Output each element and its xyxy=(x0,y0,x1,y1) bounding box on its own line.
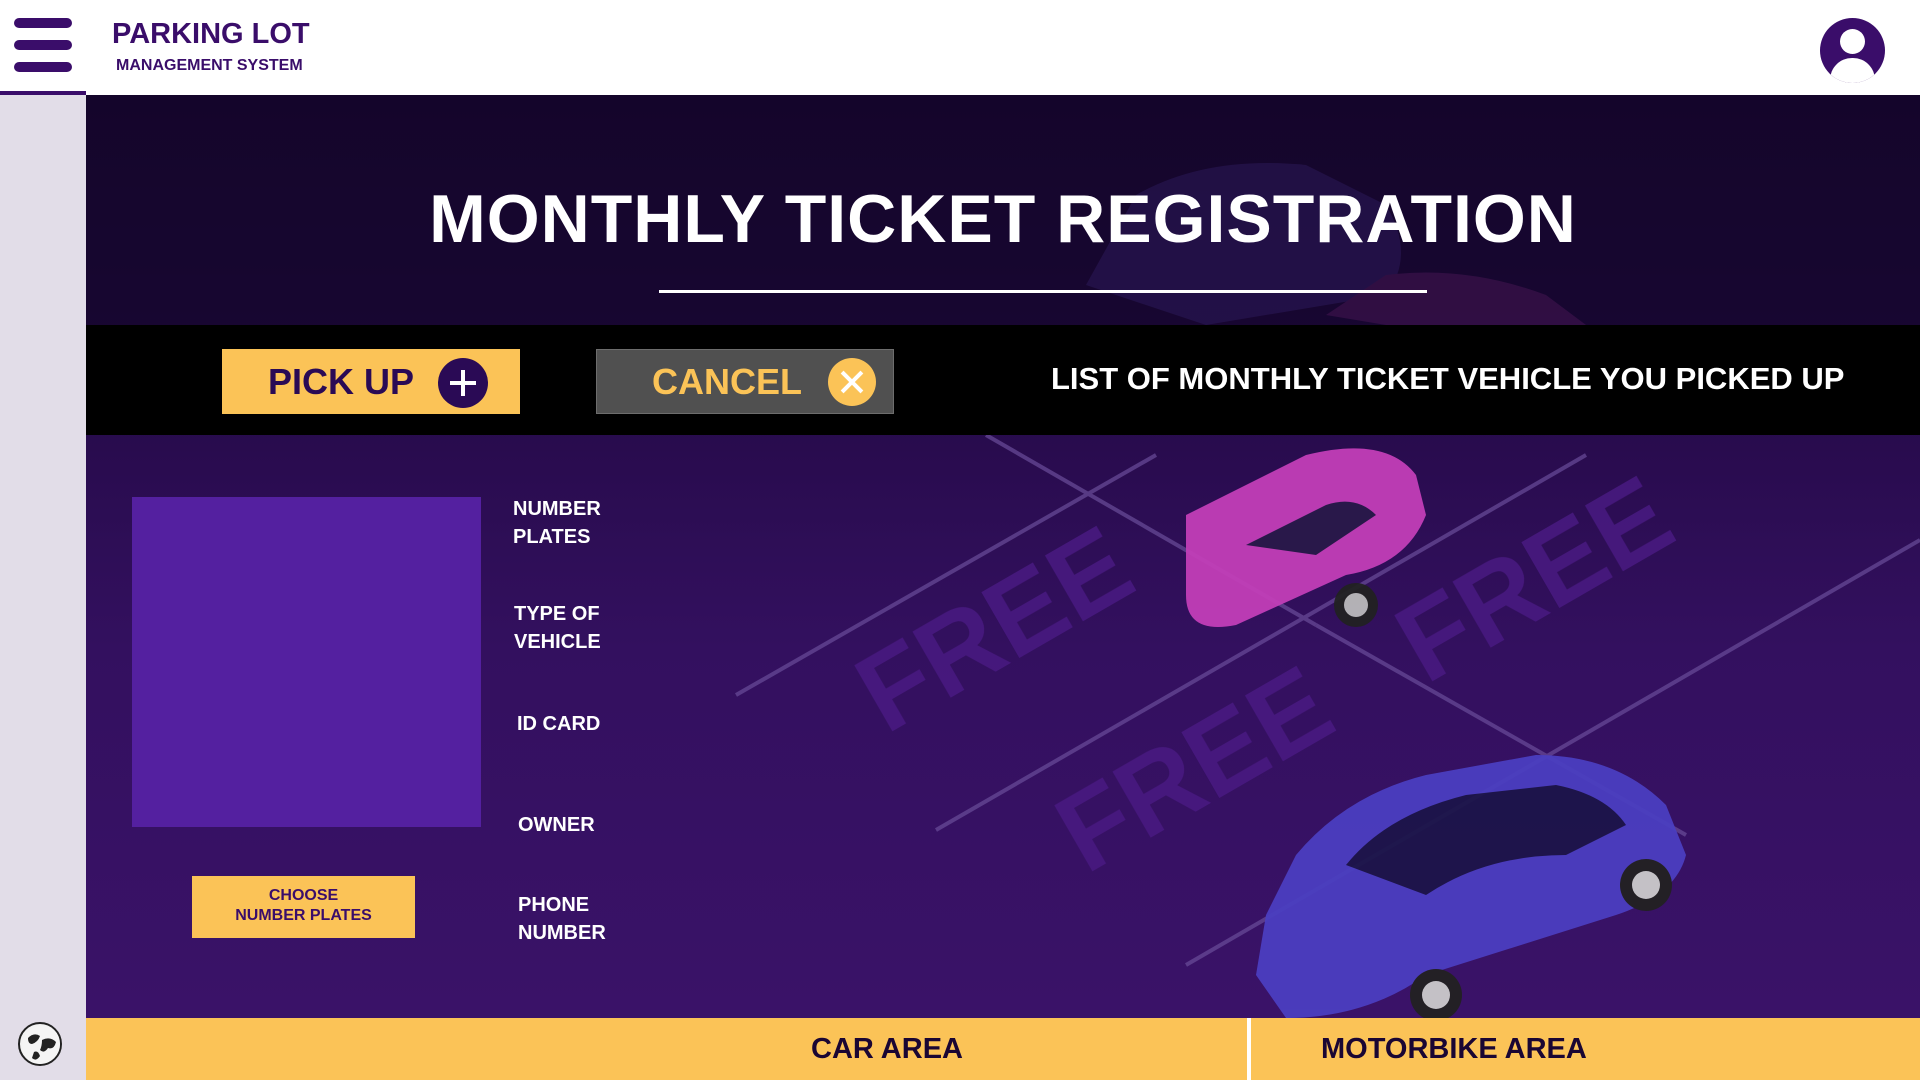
tab-car-area-label: CAR AREA xyxy=(811,1033,963,1065)
action-bar: PICK UP CANCEL LIST OF MONTHLY TICKET VE… xyxy=(86,325,1920,435)
lot-mark: FREE xyxy=(837,503,1153,756)
choose-number-plates-button[interactable]: CHOOSE NUMBER PLATES xyxy=(192,876,415,938)
plus-icon xyxy=(438,358,488,408)
tab-motorbike-area[interactable]: MOTORBIKE AREA xyxy=(1251,1018,1920,1080)
pick-up-label: PICK UP xyxy=(268,361,415,402)
menu-icon[interactable] xyxy=(0,0,86,91)
field-label-vehicle-type: TYPE OF VEHICLE xyxy=(514,603,601,653)
lot-mark: FREE xyxy=(1377,453,1693,706)
choose-label-line2: NUMBER PLATES xyxy=(235,907,372,924)
header-divider xyxy=(0,91,86,95)
tab-motorbike-area-label: MOTORBIKE AREA xyxy=(1321,1033,1587,1065)
picked-list-heading: LIST OF MONTHLY TICKET VEHICLE YOU PICKE… xyxy=(1051,361,1845,396)
cancel-label: CANCEL xyxy=(652,361,802,402)
field-label-id-card: ID CARD xyxy=(517,713,601,735)
globe-icon[interactable] xyxy=(18,1022,62,1066)
number-plate-photo xyxy=(132,497,481,827)
app-subtitle: MANAGEMENT SYSTEM xyxy=(116,57,303,74)
page-title: MONTHLY TICKET REGISTRATION xyxy=(429,181,1577,257)
field-label-number-plates: NUMBER PLATES xyxy=(513,498,601,548)
close-icon xyxy=(828,358,876,406)
user-avatar-icon[interactable] xyxy=(1820,18,1885,83)
tab-car-area[interactable]: CAR AREA xyxy=(86,1018,1247,1080)
cancel-button[interactable]: CANCEL xyxy=(596,349,894,414)
title-underline xyxy=(659,290,1427,293)
top-header: PARKING LOT MANAGEMENT SYSTEM xyxy=(0,0,1920,95)
app-title: PARKING LOT xyxy=(112,18,310,50)
choose-label-line1: CHOOSE xyxy=(268,887,339,904)
area-tabs: CAR AREA MOTORBIKE AREA xyxy=(86,1018,1920,1080)
field-label-phone-number: PHONE NUMBER xyxy=(518,894,606,944)
sidebar xyxy=(0,95,86,1080)
field-label-owner: OWNER xyxy=(518,814,595,836)
pick-up-button[interactable]: PICK UP xyxy=(222,349,520,414)
blue-car xyxy=(1256,755,1686,1018)
